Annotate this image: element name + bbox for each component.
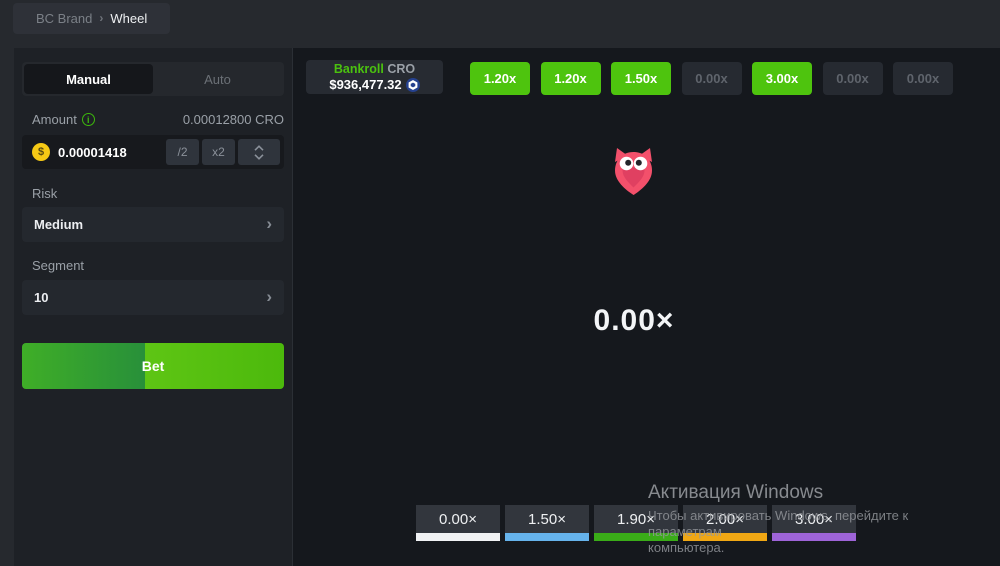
legend-color-bar xyxy=(683,533,767,541)
risk-label: Risk xyxy=(32,186,57,201)
legend-cell: 1.90× xyxy=(594,505,678,541)
breadcrumb-chevron-icon: › xyxy=(99,11,103,25)
game-container: Manual Auto Amount i 0.00012800 CRO $ 0.… xyxy=(14,48,1000,566)
double-bet-button[interactable]: x2 xyxy=(202,139,235,165)
history-result: 0.00x xyxy=(823,62,883,95)
bet-button[interactable]: Bet xyxy=(22,343,284,389)
multiplier-legend: 0.00× 1.50× 1.90× 2.00× 3.00× xyxy=(416,505,856,541)
history-result: 1.20x xyxy=(541,62,601,95)
segment-selected-value: 10 xyxy=(34,290,48,305)
legend-color-bar xyxy=(505,533,589,541)
half-bet-button[interactable]: /2 xyxy=(166,139,199,165)
legend-cell: 2.00× xyxy=(683,505,767,541)
bankroll-currency: CRO xyxy=(387,62,415,76)
game-stage: Bankroll CRO $936,477.32 1.20x 1.20x 1.5… xyxy=(292,48,1000,566)
segment-select[interactable]: 10 › xyxy=(22,280,284,315)
legend-label: 3.00× xyxy=(772,505,856,533)
currency-coin-icon: $ xyxy=(32,143,50,161)
legend-cell: 0.00× xyxy=(416,505,500,541)
bet-amount-input[interactable]: $ 0.00001418 /2 x2 xyxy=(22,135,284,169)
bankroll-badge: Bankroll CRO $936,477.32 xyxy=(306,60,443,94)
chevron-right-icon: › xyxy=(266,288,272,305)
legend-color-bar xyxy=(772,533,856,541)
legend-label: 1.90× xyxy=(594,505,678,533)
amount-label: Amount xyxy=(32,112,77,127)
risk-selected-value: Medium xyxy=(34,217,83,232)
owl-mascot-icon xyxy=(611,147,656,201)
history-result: 0.00x xyxy=(893,62,953,95)
segment-label: Segment xyxy=(32,258,84,273)
amount-header-row: Amount i 0.00012800 CRO xyxy=(32,111,284,128)
legend-cell: 3.00× xyxy=(772,505,856,541)
breadcrumb-current-page: Wheel xyxy=(110,11,147,26)
legend-color-bar xyxy=(594,533,678,541)
chevron-right-icon: › xyxy=(266,215,272,232)
legend-label: 2.00× xyxy=(683,505,767,533)
history-result: 3.00x xyxy=(752,62,812,95)
risk-select[interactable]: Medium › xyxy=(22,207,284,242)
stepper-up-down-icon xyxy=(254,144,264,161)
bet-controls-sidebar: Manual Auto Amount i 0.00012800 CRO $ 0.… xyxy=(14,48,292,566)
result-history-row: 1.20x 1.20x 1.50x 0.00x 3.00x 0.00x 0.00… xyxy=(470,62,953,95)
bankroll-amount: $936,477.32 xyxy=(329,77,401,92)
history-result: 1.50x xyxy=(611,62,671,95)
tab-auto[interactable]: Auto xyxy=(153,64,282,94)
legend-cell: 1.50× xyxy=(505,505,589,541)
legend-label: 1.50× xyxy=(505,505,589,533)
wheel-game-page: BC Brand › Wheel Manual Auto Amount i 0.… xyxy=(0,0,1000,566)
current-multiplier: 0.00× xyxy=(293,304,975,338)
history-result: 1.20x xyxy=(470,62,530,95)
breadcrumb-brand-link[interactable]: BC Brand xyxy=(36,11,92,26)
bankroll-title: Bankroll xyxy=(334,62,384,76)
wallet-balance: 0.00012800 CRO xyxy=(183,112,284,127)
history-result: 0.00x xyxy=(682,62,742,95)
breadcrumb: BC Brand › Wheel xyxy=(13,3,170,34)
legend-color-bar xyxy=(416,533,500,541)
legend-label: 0.00× xyxy=(416,505,500,533)
cro-coin-icon xyxy=(406,78,420,92)
mode-tabs: Manual Auto xyxy=(22,62,284,96)
info-icon[interactable]: i xyxy=(82,113,95,126)
amount-stepper[interactable] xyxy=(238,139,280,165)
tab-manual[interactable]: Manual xyxy=(24,64,153,94)
bet-amount-value[interactable]: 0.00001418 xyxy=(58,145,127,160)
